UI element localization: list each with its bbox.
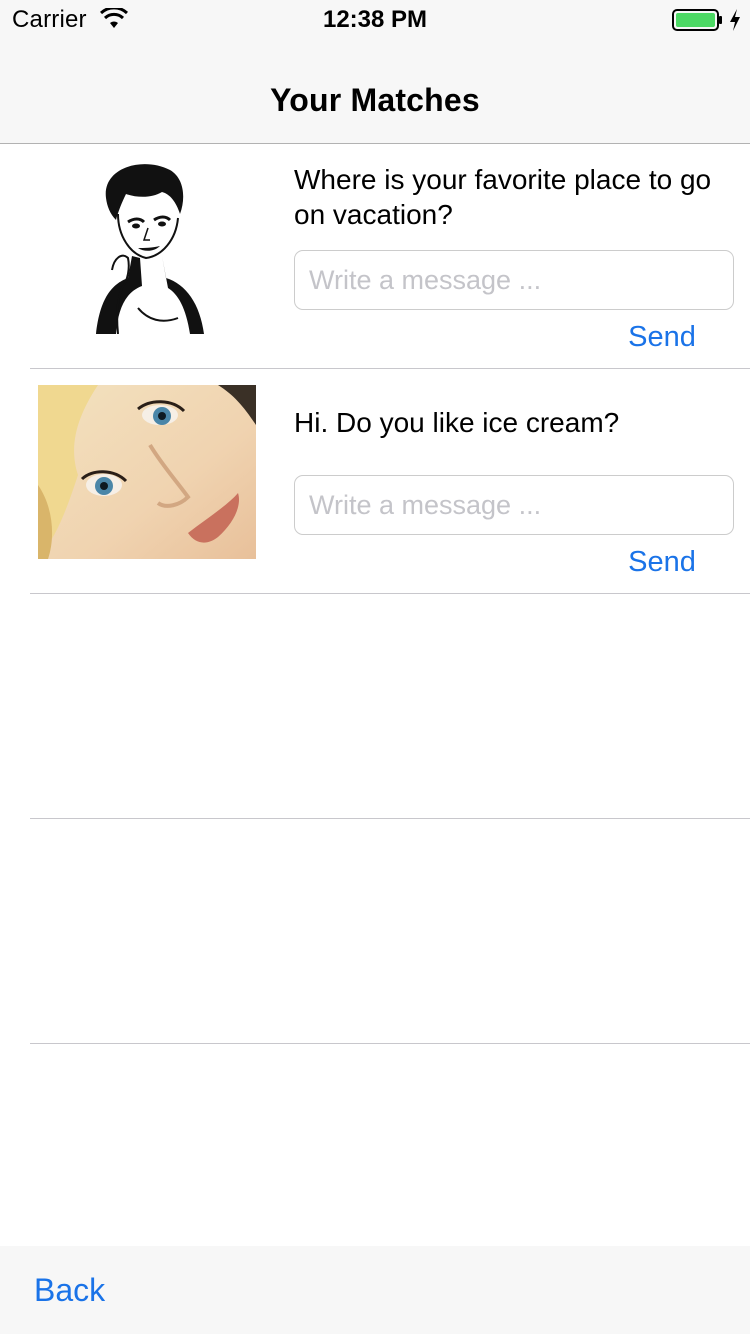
match-row: Where is your favorite place to go on va…	[30, 144, 750, 369]
empty-row	[30, 594, 750, 819]
empty-row	[30, 1044, 750, 1269]
send-button[interactable]: Send	[620, 321, 704, 354]
match-row: Hi. Do you like ice cream? Send	[30, 369, 750, 594]
empty-row	[30, 819, 750, 1044]
send-button[interactable]: Send	[620, 546, 704, 579]
match-avatar-photo	[38, 385, 256, 559]
back-button[interactable]: Back	[34, 1272, 105, 1309]
charging-bolt-icon	[730, 9, 740, 31]
match-avatar-illustration	[82, 158, 208, 334]
battery-full-icon	[672, 9, 722, 31]
matches-table: Where is your favorite place to go on va…	[0, 144, 750, 1269]
status-bar: Carrier 12:38 PM	[0, 0, 750, 40]
match-question: Where is your favorite place to go on va…	[294, 164, 712, 230]
message-input[interactable]	[294, 250, 734, 310]
bottom-toolbar: Back	[0, 1246, 750, 1334]
page-title: Your Matches	[270, 82, 480, 118]
status-time: 12:38 PM	[322, 6, 428, 33]
navigation-bar: Your Matches	[0, 40, 750, 144]
message-input[interactable]	[294, 475, 734, 535]
match-question: Hi. Do you like ice cream?	[294, 407, 620, 438]
